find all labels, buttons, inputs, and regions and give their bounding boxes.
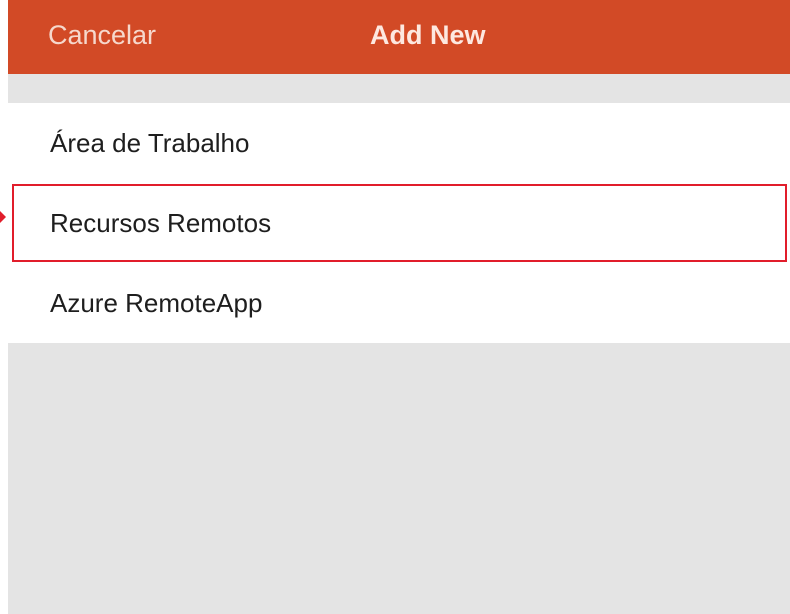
- screen: Cancelar Add New Área de Trabalho Recurs…: [0, 0, 790, 614]
- list-item-area-de-trabalho[interactable]: Área de Trabalho: [8, 103, 790, 183]
- list-item-azure-remoteapp[interactable]: Azure RemoteApp: [8, 263, 790, 343]
- add-new-options-list: Área de Trabalho Recursos Remotos Azure …: [8, 103, 790, 343]
- list-item-label: Azure RemoteApp: [50, 288, 263, 318]
- arrow-pointer-icon: [0, 211, 6, 223]
- nav-bar: Cancelar Add New: [8, 0, 790, 74]
- list-item-label: Área de Trabalho: [50, 128, 250, 158]
- list-item-recursos-remotos[interactable]: Recursos Remotos: [8, 183, 790, 263]
- app-frame: Cancelar Add New Área de Trabalho Recurs…: [8, 0, 790, 614]
- page-title: Add New: [370, 20, 486, 50]
- cancel-button[interactable]: Cancelar: [48, 20, 156, 51]
- list-item-label: Recursos Remotos: [50, 208, 272, 238]
